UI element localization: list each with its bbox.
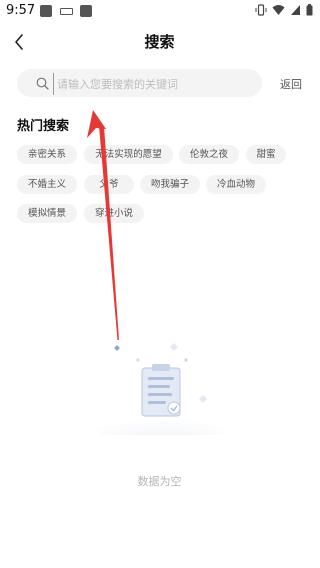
hot-tag[interactable]: 穿进小说: [84, 204, 144, 223]
hot-tag[interactable]: 亲密关系: [17, 145, 77, 164]
hot-tag[interactable]: 模拟情景: [17, 204, 77, 223]
status-time: 9:57: [6, 3, 36, 18]
hot-tag[interactable]: 甜蜜: [246, 145, 286, 164]
hot-search-title: 热门搜索: [17, 119, 70, 134]
page-header: 搜索: [0, 24, 319, 60]
status-bar: 9:57: [0, 0, 319, 24]
keyboard-icon: [60, 8, 73, 15]
return-button[interactable]: 返回: [280, 76, 302, 92]
page-title: 搜索: [144, 33, 175, 51]
hot-tag[interactable]: 伦敦之夜: [179, 145, 239, 164]
battery-icon: [306, 4, 313, 16]
search-icon: [36, 77, 49, 90]
signal-icon: [291, 5, 300, 15]
hot-tag[interactable]: 冷血动物: [206, 175, 266, 194]
search-bar[interactable]: [17, 69, 262, 97]
vibrate-icon: [255, 4, 267, 16]
hot-tag[interactable]: 吻我骗子: [140, 175, 200, 194]
status-icons: [255, 4, 313, 16]
search-input[interactable]: [53, 73, 259, 95]
hot-tag[interactable]: 无法实现的愿望: [84, 145, 173, 164]
app-icon: [80, 5, 92, 17]
app-icon: [40, 5, 52, 17]
empty-state-text: 数据为空: [137, 475, 182, 488]
wifi-icon: [272, 5, 285, 15]
hot-tag[interactable]: 不婚主义: [17, 175, 77, 194]
hot-tag[interactable]: 父爷: [84, 175, 134, 194]
clipboard-icon: [90, 343, 234, 435]
